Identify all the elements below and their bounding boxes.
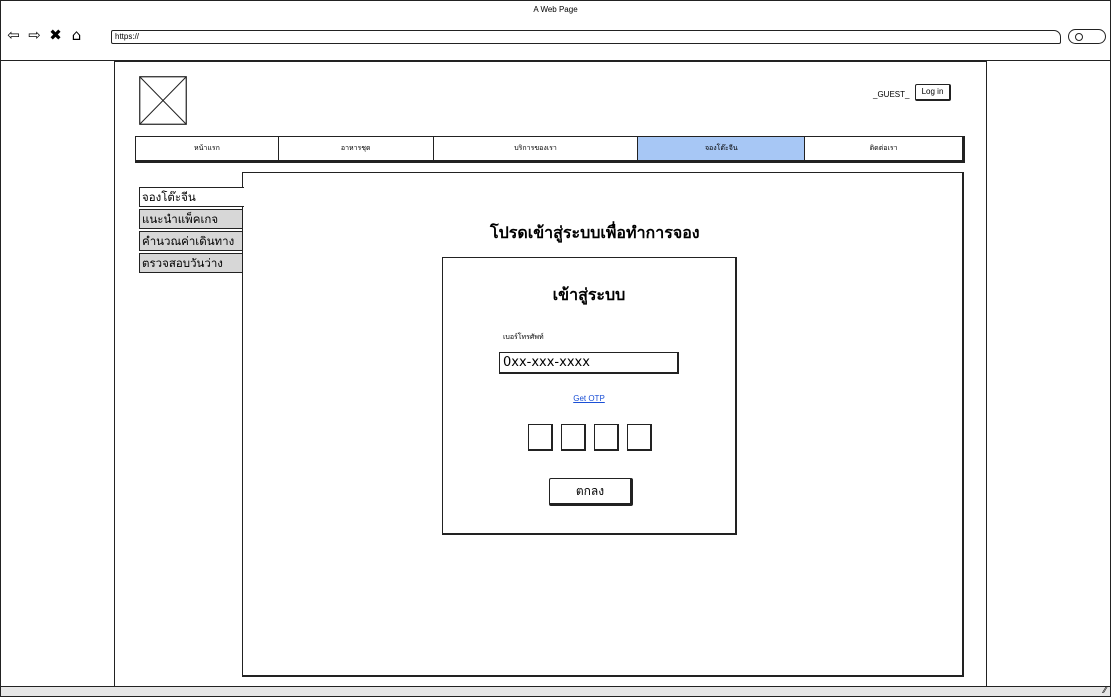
submit-button[interactable]: ตกลง: [549, 478, 633, 506]
browser-titlebar: A Web Page ⇦ ⇨ ✖ ⌂ https://: [1, 1, 1110, 61]
otp-input-group: [528, 424, 652, 451]
sidebar-item-available-dates[interactable]: ตรวจสอบวันว่าง: [139, 253, 243, 273]
menu-item-services[interactable]: บริการของเรา: [434, 137, 639, 160]
content-panel: โปรดเข้าสู่ระบบเพื่อทำการจอง เข้าสู่ระบบ…: [242, 172, 964, 677]
sidebar-item-travel-cost[interactable]: คำนวณค่าเดินทาง: [139, 231, 243, 251]
login-box: เข้าสู่ระบบ เบอร์โทรศัพท์ 0xx-xxx-xxxx G…: [442, 257, 737, 535]
main-menu: หน้าแรก อาหารชุด บริการของเรา จองโต๊ะจีน…: [135, 136, 965, 163]
forward-arrow-icon[interactable]: ⇨: [26, 26, 43, 44]
sidebar-item-table-booking[interactable]: จองโต๊ะจีน: [139, 187, 244, 207]
browser-nav-icons: ⇦ ⇨ ✖ ⌂: [5, 26, 85, 44]
browser-window: A Web Page ⇦ ⇨ ✖ ⌂ https:// _GUEST_ Log …: [0, 0, 1111, 697]
browser-status-bar: ⁄⁄: [1, 686, 1110, 696]
menu-item-table-booking[interactable]: จองโต๊ะจีน: [638, 137, 806, 160]
guest-label: _GUEST_: [873, 90, 910, 99]
menu-item-contact[interactable]: ติดต่อเรา: [805, 137, 962, 160]
sidebar-item-packages[interactable]: แนะนำแพ็คเกจ: [139, 209, 243, 229]
otp-digit-4[interactable]: [627, 424, 652, 451]
login-button[interactable]: Log in: [915, 84, 951, 101]
menu-item-set-meals[interactable]: อาหารชุด: [279, 137, 434, 160]
otp-digit-3[interactable]: [594, 424, 619, 451]
home-icon[interactable]: ⌂: [68, 26, 85, 44]
back-arrow-icon[interactable]: ⇦: [5, 26, 22, 44]
phone-input[interactable]: 0xx-xxx-xxxx: [499, 352, 679, 374]
login-prompt: โปรดเข้าสู่ระบบเพื่อทำการจอง: [490, 223, 700, 242]
search-button[interactable]: [1068, 29, 1106, 44]
login-box-title: เข้าสู่ระบบ: [552, 285, 626, 304]
url-bar[interactable]: https://: [111, 30, 1061, 44]
otp-digit-1[interactable]: [528, 424, 553, 451]
search-icon: [1075, 33, 1083, 41]
get-otp-link[interactable]: Get OTP: [443, 394, 735, 403]
window-title: A Web Page: [533, 5, 578, 14]
menu-item-home[interactable]: หน้าแรก: [136, 137, 279, 160]
web-page: _GUEST_ Log in หน้าแรก อาหารชุด บริการขอ…: [114, 61, 987, 688]
resize-grip-icon[interactable]: ⁄⁄: [1103, 686, 1106, 695]
logo-placeholder-icon: [139, 76, 187, 125]
otp-digit-2[interactable]: [561, 424, 586, 451]
phone-label: เบอร์โทรศัพท์: [503, 333, 544, 341]
close-icon[interactable]: ✖: [47, 26, 64, 44]
